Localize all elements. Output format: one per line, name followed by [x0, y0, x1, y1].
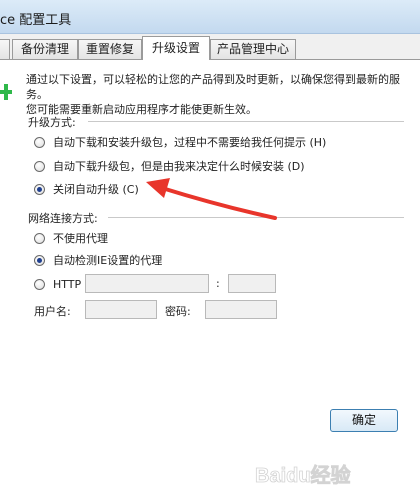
proxy-port-input[interactable] — [228, 274, 276, 293]
password-input[interactable] — [205, 300, 277, 319]
radio-disable-auto-upgrade[interactable] — [34, 183, 45, 195]
radio-auto-download[interactable] — [34, 160, 45, 172]
ok-button[interactable]: 确定 — [330, 409, 398, 432]
username-label: 用户名: — [34, 305, 71, 318]
baidu-watermark: Baidu经验 — [255, 463, 351, 488]
tab-reset-repair[interactable]: 重置修复 — [78, 39, 142, 59]
title-bar: ce 配置工具 — [0, 0, 420, 34]
radio-ie-proxy[interactable] — [34, 254, 45, 266]
proxy-host-input[interactable] — [85, 274, 209, 293]
intro-line-1: 通过以下设置，可以轻松的让您的产品得到及时更新，以确保您得到最新的服务。 — [26, 73, 400, 101]
port-separator: : — [216, 277, 220, 290]
settings-panel: 通过以下设置，可以轻松的让您的产品得到及时更新，以确保您得到最新的服务。 您可能… — [0, 60, 420, 500]
intro-text: 通过以下设置，可以轻松的让您的产品得到及时更新，以确保您得到最新的服务。 您可能… — [26, 72, 416, 117]
tab-backup-cleanup[interactable]: 备份清理 — [12, 39, 78, 59]
upgrade-option-label: 关闭自动升级 (C) — [53, 183, 139, 196]
upgrade-option-auto-install[interactable]: 自动下载和安装升级包，过程中不需要给我任何提示 (H) — [34, 134, 326, 150]
radio-no-proxy[interactable] — [34, 232, 45, 244]
annotation-arrow — [146, 178, 277, 220]
network-group-title: 网络连接方式: — [28, 212, 98, 225]
tab-strip: 备份清理 重置修复 升级设置 产品管理中心 — [0, 36, 420, 60]
plus-icon — [0, 84, 12, 100]
network-option-no-proxy[interactable]: 不使用代理 — [34, 230, 108, 246]
intro-line-2: 您可能需要重新启动应用程序才能使更新生效。 — [26, 103, 257, 116]
svg-text:Baidu经验: Baidu经验 — [255, 463, 351, 487]
upgrade-option-disable[interactable]: 关闭自动升级 (C) — [34, 181, 139, 197]
tab-product-center[interactable]: 产品管理中心 — [210, 39, 296, 59]
network-option-http[interactable]: HTTP — [34, 276, 81, 292]
tab-partial[interactable] — [0, 39, 10, 59]
network-option-label: HTTP — [53, 277, 82, 291]
upgrade-group-title: 升级方式: — [28, 116, 76, 129]
password-label: 密码: — [165, 305, 191, 318]
radio-http-proxy[interactable] — [34, 278, 45, 290]
network-option-label: 自动检测IE设置的代理 — [53, 254, 163, 267]
network-option-label: 不使用代理 — [53, 232, 108, 245]
username-input[interactable] — [85, 300, 157, 319]
radio-auto-install[interactable] — [34, 136, 45, 148]
upgrade-group-divider — [88, 121, 404, 122]
network-option-ie-proxy[interactable]: 自动检测IE设置的代理 — [34, 252, 162, 268]
window-title: ce 配置工具 — [0, 13, 72, 28]
upgrade-option-label: 自动下载和安装升级包，过程中不需要给我任何提示 (H) — [53, 136, 327, 149]
tab-upgrade-settings[interactable]: 升级设置 — [142, 36, 210, 60]
